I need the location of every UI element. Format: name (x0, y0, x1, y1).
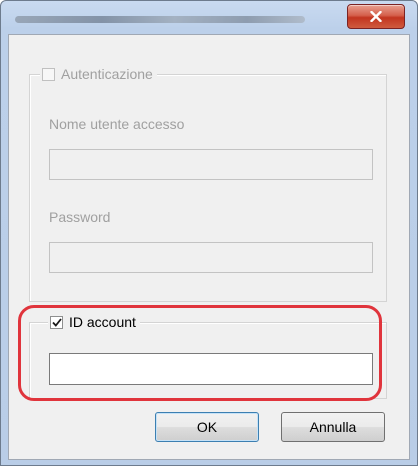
close-button[interactable] (347, 4, 405, 29)
highlight-annotation (18, 305, 382, 401)
window-title (15, 7, 315, 27)
username-field[interactable] (49, 149, 373, 180)
username-label: Nome utente accesso (49, 116, 185, 132)
authentication-label: Autenticazione (61, 66, 153, 82)
cancel-button[interactable]: Annulla (281, 412, 385, 442)
password-label: Password (49, 209, 111, 225)
title-bar[interactable] (1, 1, 417, 33)
ok-button[interactable]: OK (155, 412, 259, 442)
authentication-legend: Autenticazione (40, 65, 157, 83)
authentication-checkbox[interactable] (42, 67, 55, 81)
close-icon (370, 11, 382, 22)
password-field[interactable] (49, 242, 373, 273)
